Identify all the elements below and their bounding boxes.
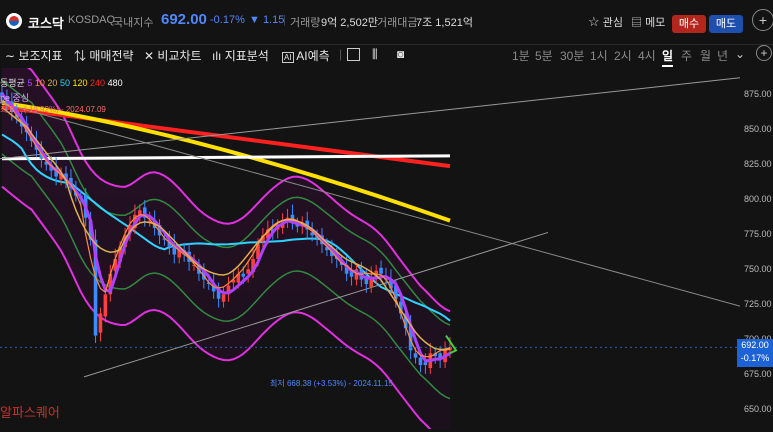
y-tick: 750.00 xyxy=(744,264,772,274)
analysis-icon: ılı xyxy=(212,49,222,63)
candle-body xyxy=(413,353,418,358)
y-tick: 725.00 xyxy=(744,299,772,309)
ma-legend-50: 50 xyxy=(59,78,70,88)
ma-legend-20: 20 xyxy=(47,78,58,88)
volume-label: 거래량 xyxy=(290,17,321,29)
memo-icon: ▤ xyxy=(631,17,642,29)
period-1h[interactable]: 1시 xyxy=(590,47,608,64)
divider: | xyxy=(283,14,286,26)
y-tick: 825.00 xyxy=(744,159,772,169)
price-chart[interactable]: 동평균 5 10 20 50 120 240 480 pe 중심 최고 ...(… xyxy=(0,45,773,432)
low-annotation: 최저 668.38 (+3.53%) - 2024.11.15 xyxy=(270,379,393,388)
market-label: 국내지수 xyxy=(113,17,154,29)
memo-button[interactable]: ▤ 메모 xyxy=(631,14,665,30)
compare-icon: ✕ xyxy=(144,49,155,63)
ma-legend-10: 10 xyxy=(34,78,45,88)
current-price-tag: 692.00 -0.17% xyxy=(737,339,773,367)
add-icon[interactable]: + xyxy=(752,9,773,31)
toolbar-divider: | xyxy=(339,47,343,61)
period-1min[interactable]: 1분 xyxy=(512,47,530,64)
ai-predict-button[interactable]: AI AI예측 xyxy=(282,47,330,64)
candle-body xyxy=(423,362,428,366)
indicator-icon: ∼ xyxy=(5,49,16,63)
candle-body xyxy=(379,267,383,274)
ma-legend-240: 240 xyxy=(90,78,106,88)
chart-toolbar: ∼ 보조지표 ⇅ 매매전략 ✕ 비교차트 ılı 지표분석 AI AI예측 | … xyxy=(0,45,773,67)
y-tick: 875.00 xyxy=(744,89,772,99)
indicator-button[interactable]: ∼ 보조지표 xyxy=(5,47,63,64)
buy-button[interactable]: 매수 xyxy=(672,15,706,33)
turnover-label: 거래대금 xyxy=(377,17,418,29)
y-tick: 850.00 xyxy=(744,124,772,134)
volume-value: 9억 2,502만 xyxy=(321,17,378,29)
candle-body xyxy=(98,313,103,333)
period-5min[interactable]: 5분 xyxy=(535,47,553,64)
candle-body xyxy=(138,210,142,215)
y-tick: 650.00 xyxy=(744,404,772,414)
index-code: KOSDAQ xyxy=(68,14,116,26)
ma-legend-120: 120 xyxy=(72,78,88,88)
price-tag-pct: -0.17% xyxy=(740,353,770,363)
strategy-button[interactable]: ⇅ 매매전략 xyxy=(74,47,134,64)
current-price: 692.00 xyxy=(161,11,207,28)
high-annotation: 최고 ...(-19.92%) - 2024.07.09 xyxy=(0,105,106,114)
candle-icon[interactable]: ⫼ xyxy=(372,47,378,62)
chevron-down-icon[interactable]: ⌄ xyxy=(735,47,745,61)
envelope-legend: pe 중심 xyxy=(0,93,30,103)
change-abs: ▼ 1.15 xyxy=(249,14,285,26)
compare-button[interactable]: ✕ 비교차트 xyxy=(144,47,202,64)
ma-legend: 동평균 5 10 20 50 120 240 480 xyxy=(0,76,123,89)
candle-body xyxy=(241,273,246,277)
candle-body xyxy=(418,357,423,366)
ma-legend-label: 동평균 xyxy=(0,78,25,88)
period-week[interactable]: 주 xyxy=(681,47,692,64)
period-year[interactable]: 년 xyxy=(717,47,728,64)
candle-body xyxy=(221,294,226,302)
square-icon[interactable] xyxy=(347,48,360,61)
period-day[interactable]: 일 xyxy=(662,47,674,67)
ma-legend-480: 480 xyxy=(107,78,123,88)
sell-button[interactable]: 매도 xyxy=(709,15,743,33)
chart-canvas[interactable] xyxy=(0,45,773,432)
index-name: 코스닥 xyxy=(28,16,64,31)
y-tick: 675.00 xyxy=(744,369,772,379)
y-tick: 775.00 xyxy=(744,229,772,239)
add-indicator-icon[interactable]: + xyxy=(756,45,772,61)
turnover-value: 7조 1,521억 xyxy=(416,17,473,29)
analysis-button[interactable]: ılı 지표분석 xyxy=(212,47,269,64)
period-month[interactable]: 월 xyxy=(700,47,711,64)
star-icon: ☆ xyxy=(588,14,600,29)
change-percent: -0.17% xyxy=(210,14,245,26)
camera-icon[interactable]: ◙ xyxy=(397,47,404,61)
strategy-icon: ⇅ xyxy=(74,49,87,63)
top-bar: 코스닥 KOSDAQ 국내지수 692.00 -0.17% ▼ 1.15 | 거… xyxy=(0,0,773,45)
y-tick: 800.00 xyxy=(744,194,772,204)
watch-button[interactable]: ☆ 관심 xyxy=(588,14,623,30)
watermark-logo: 알파스퀘어 xyxy=(0,405,60,420)
price-tag-value: 692.00 xyxy=(741,340,769,350)
ai-icon: AI xyxy=(282,52,294,63)
period-30min[interactable]: 30분 xyxy=(560,47,584,64)
candle-body xyxy=(103,294,108,317)
period-2h[interactable]: 2시 xyxy=(614,47,632,64)
trendline-upper xyxy=(0,77,741,160)
period-4h[interactable]: 4시 xyxy=(638,47,656,64)
ma-legend-5: 5 xyxy=(27,78,33,88)
korea-flag-icon xyxy=(6,13,22,29)
